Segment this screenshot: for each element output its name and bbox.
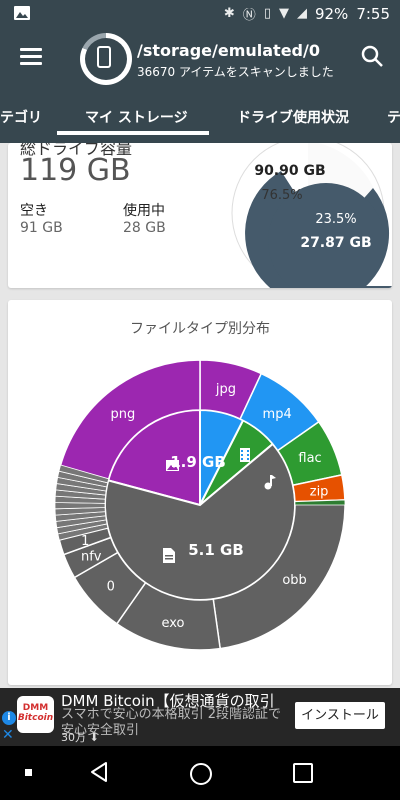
ad-download-count: 30万 ⬇ [61,731,99,744]
outer-slice-label: jpg [215,382,236,397]
storage-pie-chart: 90.90 GB 76.5% 23.5% 27.87 GB [231,143,392,288]
video-icon [240,448,250,462]
vibrate-icon: ▯ [263,6,271,21]
download-icon: ⬇ [89,731,99,744]
free-size-label: 90.90 GB [254,163,325,179]
system-nav-bar [0,746,400,800]
outer-slice-label: 1 [81,534,89,549]
document-icon [163,548,175,563]
ad-logo: DMM Bitcoin [17,696,54,733]
storage-path: /storage/emulated/0 [137,41,320,60]
home-icon[interactable] [190,763,212,785]
used-size-label: 27.87 GB [300,235,371,251]
ad-info-icon[interactable]: i [2,711,16,725]
outer-slice-label: flac [298,451,321,466]
app-bar: /storage/emulated/0 36670 アイテムをスキャンしました [0,28,400,98]
ad-close-icon[interactable]: ✕ [2,727,14,743]
status-bar: ✱ Ⓝ ▯ ▼ ◢ 92% 7:55 [0,0,400,28]
recent-apps-icon[interactable] [293,763,313,783]
file-type-card: ファイルタイプ別分布 jpg mp4 flac zip obb exo 0 nfv 1 png 1.… [8,300,392,685]
nav-dot-icon[interactable] [25,769,32,776]
storage-summary-card: 総ドライブ容量 119 GB 空き 91 GB 使用中 28 GB 90.90 … [8,143,392,288]
tab-my-storage[interactable]: マイ ストレージ [85,107,188,127]
outer-slice-label: png [110,407,135,422]
outer-slice-label: mp4 [263,407,292,422]
nfc-icon: Ⓝ [242,8,256,23]
outer-slice-label: obb [282,573,306,588]
battery-percent: 92% [314,4,349,23]
menu-icon[interactable] [20,48,42,66]
phone-icon [97,46,111,68]
outer-slice-label: nfv [81,550,102,565]
tab-more[interactable]: テ [387,107,400,127]
install-button[interactable]: インストール [295,702,385,729]
storage-usage-ring[interactable] [80,33,132,85]
search-icon[interactable] [360,44,384,68]
outer-slice-label: 0 [107,579,115,594]
bluetooth-icon: ✱ [223,6,235,21]
inner-slice-label: 1.9 GB [170,453,226,471]
tab-bar: テゴリ マイ ストレージ ドライブ使用状況 テ [0,98,400,143]
free-percent-label: 76.5% [261,188,302,203]
clock: 7:55 [356,4,390,23]
file-type-sunburst-chart[interactable]: jpg mp4 flac zip obb exo 0 nfv1 png 1.9 GB 5.1 GB [8,300,392,685]
scan-status: 36670 アイテムをスキャンしました [137,65,334,79]
used-percent-label: 23.5% [315,212,356,227]
inner-slice-label: 5.1 GB [188,541,244,559]
tab-indicator [57,131,209,135]
signal-icon: ◢ [296,6,307,21]
tab-category[interactable]: テゴリ [0,107,42,127]
outer-slice-label: zip [310,484,329,499]
gallery-notification-icon [14,5,30,24]
wifi-icon: ▼ [278,6,289,21]
outer-slice-label: exo [161,616,184,631]
back-icon[interactable] [88,761,110,783]
tab-drive-usage[interactable]: ドライブ使用状況 [237,107,349,127]
